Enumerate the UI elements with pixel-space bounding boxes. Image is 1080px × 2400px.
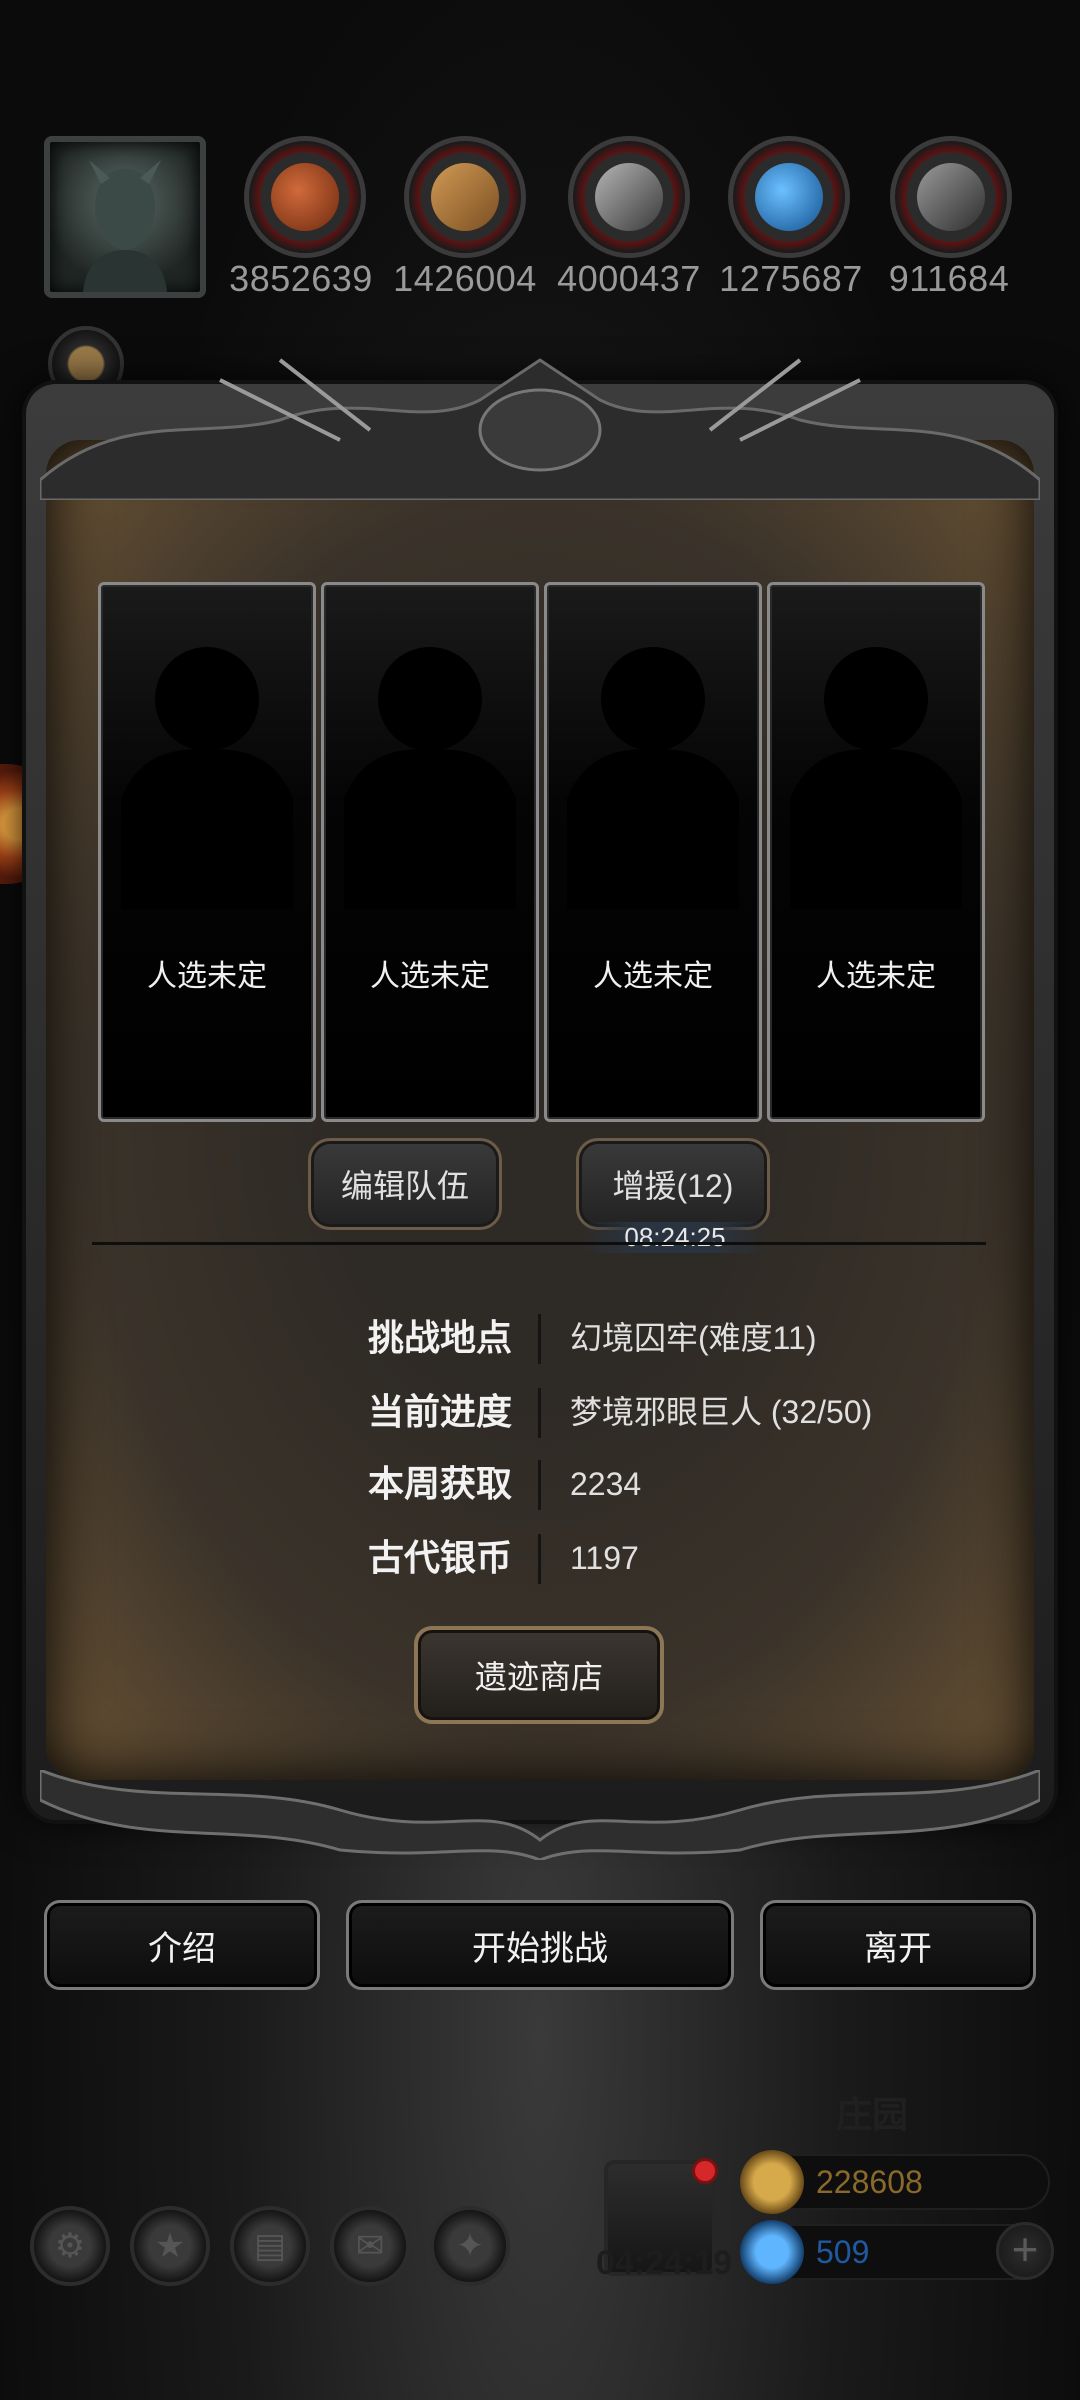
info-row-location: 挑战地点 幻境囚牢(难度11) bbox=[0, 1306, 1080, 1370]
gold-coin-icon bbox=[740, 2150, 804, 2214]
mail-icon[interactable]: ✉ bbox=[330, 2206, 410, 2286]
gem-value: 509 bbox=[816, 2234, 870, 2270]
resource-wood[interactable] bbox=[404, 136, 526, 258]
info-row-silver: 古代银币 1197 bbox=[0, 1526, 1080, 1590]
silhouette-icon bbox=[121, 647, 293, 909]
gem-icon bbox=[740, 2220, 804, 2284]
reinforce-button[interactable]: 增援(12) bbox=[576, 1138, 770, 1230]
resource-meat[interactable] bbox=[244, 136, 366, 258]
gold-value: 228608 bbox=[816, 2164, 923, 2200]
resource-stone-value: 4000437 bbox=[557, 258, 701, 299]
resource-wood-value: 1426004 bbox=[393, 258, 537, 299]
info-separator bbox=[538, 1460, 541, 1510]
start-challenge-button[interactable]: 开始挑战 bbox=[346, 1900, 734, 1990]
silhouette-icon bbox=[567, 647, 739, 909]
team-slot-label: 人选未定 bbox=[147, 960, 267, 993]
silhouette-icon bbox=[344, 647, 516, 909]
edit-team-button[interactable]: 编辑队伍 bbox=[308, 1138, 502, 1230]
reinforce-timer: 08:24:25 bbox=[580, 1222, 770, 1253]
avatar-face-icon bbox=[83, 160, 167, 292]
resource-meat-value: 3852639 bbox=[229, 258, 373, 299]
add-gems-button[interactable]: + bbox=[996, 2222, 1054, 2280]
info-value: 1197 bbox=[570, 1540, 639, 1576]
wood-icon bbox=[431, 163, 499, 231]
info-separator bbox=[538, 1388, 541, 1438]
meat-icon bbox=[271, 163, 339, 231]
player-avatar[interactable] bbox=[44, 136, 206, 298]
info-separator bbox=[538, 1534, 541, 1584]
team-slot-1[interactable]: 人选未定 bbox=[98, 582, 316, 1122]
info-row-weekly: 本周获取 2234 bbox=[0, 1452, 1080, 1516]
info-key: 古代银币 bbox=[367, 1537, 512, 1578]
silhouette-icon bbox=[790, 647, 962, 909]
info-value: 梦境邪眼巨人 (32/50) bbox=[570, 1394, 873, 1430]
resource-iron[interactable] bbox=[890, 136, 1012, 258]
star-icon[interactable]: ★ bbox=[130, 2206, 210, 2286]
info-separator bbox=[538, 1314, 541, 1364]
gift-timer: 04:24:19 bbox=[595, 2244, 733, 2282]
leave-button[interactable]: 离开 bbox=[760, 1900, 1036, 1990]
ornate-crest-top bbox=[40, 358, 1040, 500]
info-row-progress: 当前进度 梦境邪眼巨人 (32/50) bbox=[0, 1380, 1080, 1444]
info-key: 挑战地点 bbox=[367, 1317, 512, 1358]
resource-stone[interactable] bbox=[568, 136, 690, 258]
estate-label: 庄园 bbox=[836, 2094, 909, 2135]
gem-bar: 509 + bbox=[740, 2220, 1054, 2284]
divider bbox=[92, 1242, 986, 1245]
team-slot-4[interactable]: 人选未定 bbox=[767, 582, 985, 1122]
notification-dot bbox=[692, 2158, 718, 2184]
team-slot-label: 人选未定 bbox=[370, 960, 490, 993]
team-slot-label: 人选未定 bbox=[593, 960, 713, 993]
gold-bar: 228608 bbox=[740, 2150, 1050, 2214]
crystal-icon bbox=[755, 163, 823, 231]
resource-crystal[interactable] bbox=[728, 136, 850, 258]
info-key: 当前进度 bbox=[367, 1391, 512, 1432]
resource-crystal-value: 1275687 bbox=[719, 258, 863, 299]
info-key: 本周获取 bbox=[367, 1463, 512, 1504]
intro-button[interactable]: 介绍 bbox=[44, 1900, 320, 1990]
gear-icon[interactable]: ✦ bbox=[430, 2206, 510, 2286]
team-slot-2[interactable]: 人选未定 bbox=[321, 582, 539, 1122]
settings-icon[interactable]: ⚙ bbox=[30, 2206, 110, 2286]
iron-icon bbox=[917, 163, 985, 231]
info-value: 幻境囚牢(难度11) bbox=[570, 1320, 817, 1356]
stone-icon bbox=[595, 163, 663, 231]
relic-shop-button[interactable]: 遗迹商店 bbox=[414, 1626, 664, 1724]
info-value: 2234 bbox=[570, 1466, 642, 1502]
book-icon[interactable]: ▤ bbox=[230, 2206, 310, 2286]
ornate-crest-bottom bbox=[40, 1770, 1040, 1860]
team-slot-3[interactable]: 人选未定 bbox=[544, 582, 762, 1122]
resource-iron-value: 911684 bbox=[888, 258, 1010, 299]
team-slot-label: 人选未定 bbox=[816, 960, 936, 993]
